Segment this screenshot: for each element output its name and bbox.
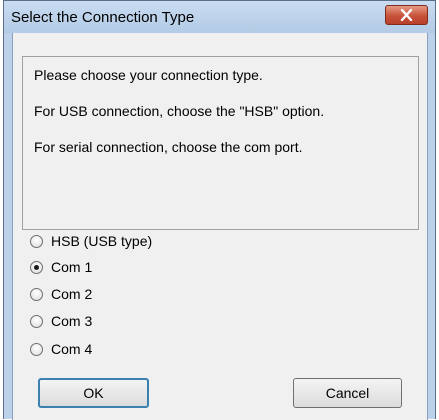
- radio-button-checked-icon[interactable]: [30, 260, 43, 274]
- ok-button[interactable]: OK: [38, 378, 149, 408]
- radio-com-1[interactable]: Com 1: [30, 257, 92, 277]
- radio-com-2[interactable]: Com 2: [30, 284, 92, 304]
- close-icon: [400, 9, 413, 21]
- title-bar[interactable]: Select the Connection Type: [4, 1, 435, 33]
- info-line-3: For serial connection, choose the com po…: [34, 139, 303, 155]
- radio-label: Com 3: [51, 313, 93, 329]
- dialog-window: Select the Connection Type Please choose…: [3, 0, 436, 420]
- radio-button-icon[interactable]: [30, 314, 43, 328]
- dialog-body: Please choose your connection type. For …: [12, 33, 428, 420]
- radio-button-icon[interactable]: [30, 234, 43, 248]
- radio-com-4[interactable]: Com 4: [30, 339, 92, 359]
- radio-button-icon[interactable]: [30, 287, 43, 301]
- radio-button-icon[interactable]: [30, 342, 43, 356]
- dialog-title: Select the Connection Type: [11, 9, 195, 26]
- radio-hsb-usb[interactable]: HSB (USB type): [30, 231, 152, 251]
- info-panel: Please choose your connection type. For …: [22, 56, 419, 230]
- cancel-button[interactable]: Cancel: [293, 378, 402, 408]
- radio-label: Com 4: [51, 341, 93, 357]
- close-button[interactable]: [385, 5, 428, 25]
- radio-label: Com 1: [51, 259, 93, 275]
- radio-label: Com 2: [51, 286, 93, 302]
- info-line-2: For USB connection, choose the "HSB" opt…: [34, 103, 325, 119]
- radio-com-3[interactable]: Com 3: [30, 311, 92, 331]
- radio-label: HSB (USB type): [51, 233, 153, 249]
- info-line-1: Please choose your connection type.: [34, 67, 263, 83]
